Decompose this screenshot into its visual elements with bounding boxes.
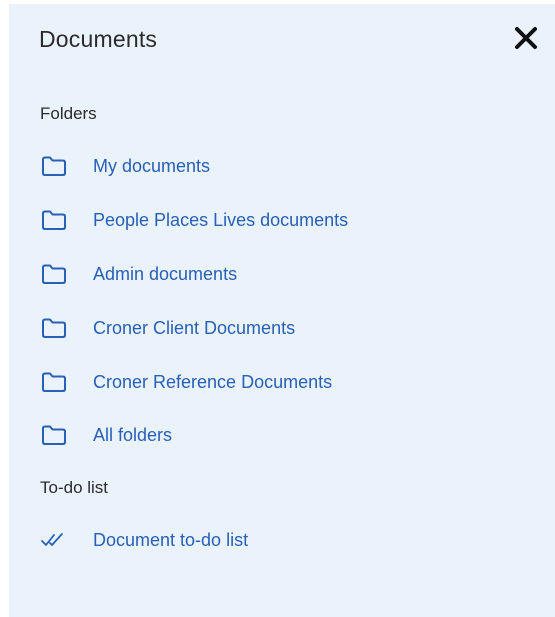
folder-icon (40, 316, 68, 340)
folder-item-croner-reference-documents[interactable]: Croner Reference Documents (40, 366, 332, 398)
panel-title: Documents (39, 26, 158, 52)
folder-item-label: All folders (93, 424, 173, 445)
double-check-icon (40, 528, 68, 552)
folder-icon (40, 423, 68, 447)
folder-item-admin-documents[interactable]: Admin documents (40, 258, 237, 290)
folder-item-croner-client-documents[interactable]: Croner Client Documents (40, 312, 295, 344)
folder-icon (40, 262, 68, 286)
folder-item-all-folders[interactable]: All folders (40, 419, 172, 451)
folder-item-people-places-lives[interactable]: People Places Lives documents (40, 204, 348, 236)
folder-item-label: Admin documents (93, 263, 238, 284)
documents-panel: Documents Folders My documents People Pl… (9, 4, 555, 617)
folder-item-label: People Places Lives documents (93, 209, 349, 230)
todo-heading: To-do list (40, 478, 109, 497)
folder-item-label: My documents (93, 155, 211, 176)
folder-item-label: Croner Reference Documents (93, 371, 333, 392)
close-button[interactable] (509, 21, 543, 55)
close-icon (515, 27, 537, 49)
folder-item-label: Croner Client Documents (93, 317, 296, 338)
folders-heading: Folders (40, 104, 97, 123)
folder-icon (40, 370, 68, 394)
todo-item-document-todo-list[interactable]: Document to-do list (40, 524, 248, 556)
todo-item-label: Document to-do list (93, 529, 249, 550)
folder-icon (40, 154, 68, 178)
folder-item-my-documents[interactable]: My documents (40, 150, 210, 182)
folder-icon (40, 208, 68, 232)
